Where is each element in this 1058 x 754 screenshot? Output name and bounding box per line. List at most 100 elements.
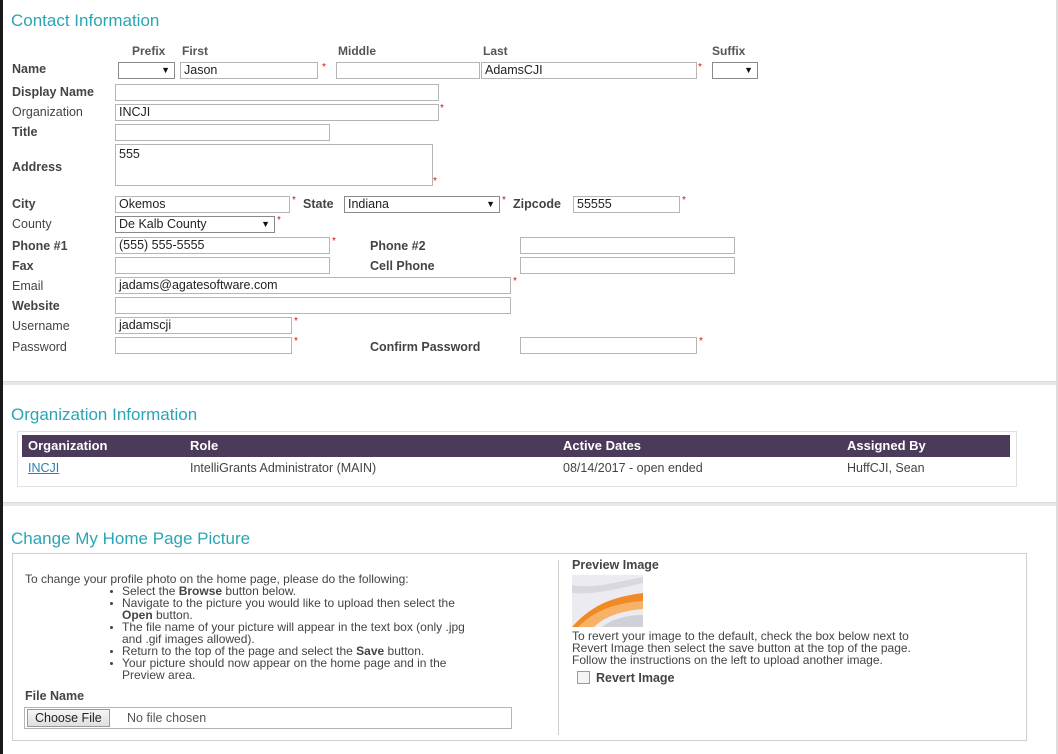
required-marker: *: [513, 276, 517, 287]
chevron-down-icon: ▼: [486, 199, 495, 209]
bullet-icon: [110, 626, 113, 629]
email-label: Email: [12, 279, 44, 293]
role-cell: IntelliGrants Administrator (MAIN): [190, 461, 377, 475]
required-marker: *: [698, 62, 702, 73]
required-marker: *: [699, 336, 703, 347]
step5-text-2: Preview area.: [122, 668, 196, 682]
step-item: The file name of your picture will appea…: [110, 621, 465, 645]
required-marker: *: [433, 176, 437, 187]
city-input[interactable]: Okemos: [115, 196, 290, 213]
section-divider: [3, 381, 1056, 385]
title-label: Title: [12, 125, 38, 139]
phone1-label: Phone #1: [12, 239, 68, 253]
phone1-input[interactable]: (555) 555-5555: [115, 237, 330, 254]
county-label: County: [12, 217, 52, 231]
contact-section-title: Contact Information: [11, 11, 160, 30]
required-marker: *: [440, 103, 444, 114]
zipcode-label: Zipcode: [513, 197, 561, 211]
col-active-dates: Active Dates: [563, 438, 642, 453]
col-organization: Organization: [28, 438, 108, 453]
revert-image-checkbox[interactable]: [577, 671, 590, 684]
suffix-select[interactable]: ▼: [712, 62, 758, 79]
username-input[interactable]: jadamscji: [115, 317, 292, 334]
col-assigned-by: Assigned By: [847, 438, 926, 453]
fax-input[interactable]: [115, 257, 330, 274]
col-role: Role: [190, 438, 219, 453]
address-textarea[interactable]: 555: [115, 144, 433, 186]
revert-image-label[interactable]: Revert Image: [596, 671, 675, 685]
organization-input[interactable]: INCJI: [115, 104, 439, 121]
required-marker: *: [292, 195, 296, 206]
file-name-label: File Name: [25, 689, 85, 703]
display-name-input[interactable]: [115, 84, 439, 101]
email-input[interactable]: jadams@agatesoftware.com: [115, 277, 511, 294]
zipcode-input[interactable]: 55555: [573, 196, 680, 213]
confirm-password-input[interactable]: [520, 337, 697, 354]
confirm-password-label: Confirm Password: [370, 340, 481, 354]
required-marker: *: [277, 215, 281, 226]
phone2-input[interactable]: [520, 237, 735, 254]
password-label: Password: [12, 340, 67, 354]
org-section-title: Organization Information: [11, 405, 198, 424]
middle-header: Middle: [338, 44, 376, 58]
required-marker: *: [322, 62, 326, 73]
last-name-input[interactable]: AdamsCJI: [481, 62, 697, 79]
fax-label: Fax: [12, 259, 34, 273]
bullet-icon: [110, 602, 113, 605]
bullet-icon: [110, 650, 113, 653]
first-header: First: [182, 44, 209, 58]
assigned-by-cell: HuffCJI, Sean: [847, 461, 925, 475]
display-name-label: Display Name: [12, 85, 94, 99]
active-dates-cell: 08/14/2017 - open ended: [563, 461, 703, 475]
required-marker: *: [294, 316, 298, 327]
default-picture-icon: [572, 575, 643, 627]
preview-image-label: Preview Image: [572, 558, 659, 572]
required-marker: *: [332, 236, 336, 247]
state-select[interactable]: Indiana ▼: [344, 196, 500, 213]
no-file-chosen-text: No file chosen: [127, 711, 207, 725]
picture-steps: Select the Browse button below. Navigate…: [110, 585, 465, 682]
last-header: Last: [483, 44, 508, 58]
bullet-icon: [110, 590, 113, 593]
required-marker: *: [502, 195, 506, 206]
phone2-label: Phone #2: [370, 239, 426, 253]
chevron-down-icon: ▼: [161, 65, 170, 75]
county-select[interactable]: De Kalb County ▼: [115, 216, 275, 233]
preview-image: [572, 575, 643, 627]
chevron-down-icon: ▼: [261, 219, 270, 229]
username-label: Username: [12, 319, 70, 333]
name-label: Name: [12, 62, 47, 76]
password-input[interactable]: [115, 337, 292, 354]
choose-file-button[interactable]: Choose File: [27, 709, 110, 727]
required-marker: *: [682, 195, 686, 206]
county-value: De Kalb County: [119, 217, 207, 231]
org-table-header: Organization Role Active Dates Assigned …: [22, 435, 1010, 457]
state-label: State: [303, 197, 334, 211]
chevron-down-icon: ▼: [744, 65, 753, 75]
org-link[interactable]: INCJI: [28, 461, 59, 475]
panel-divider: [558, 560, 559, 735]
step-item: Your picture should now appear on the ho…: [110, 657, 465, 682]
state-value: Indiana: [348, 197, 390, 211]
bullet-icon: [110, 662, 113, 665]
revert-instructions-3: Follow the instructions on the left to u…: [572, 653, 883, 667]
file-input[interactable]: Choose File No file chosen: [24, 707, 512, 729]
cell-phone-input[interactable]: [520, 257, 735, 274]
section-divider: [3, 502, 1056, 506]
suffix-header: Suffix: [712, 44, 746, 58]
title-input[interactable]: [115, 124, 330, 141]
first-name-input[interactable]: Jason: [180, 62, 318, 79]
window-left-border: [0, 0, 3, 754]
picture-section-title: Change My Home Page Picture: [11, 529, 251, 548]
step-item: Navigate to the picture you would like t…: [110, 597, 465, 621]
prefix-select[interactable]: ▼: [118, 62, 175, 79]
organization-label: Organization: [12, 105, 83, 119]
prefix-header: Prefix: [132, 44, 166, 58]
cell-phone-label: Cell Phone: [370, 259, 435, 273]
city-label: City: [12, 197, 36, 211]
address-label: Address: [12, 160, 63, 174]
middle-name-input[interactable]: [336, 62, 480, 79]
website-input[interactable]: [115, 297, 511, 314]
required-marker: *: [294, 336, 298, 347]
website-label: Website: [12, 299, 60, 313]
